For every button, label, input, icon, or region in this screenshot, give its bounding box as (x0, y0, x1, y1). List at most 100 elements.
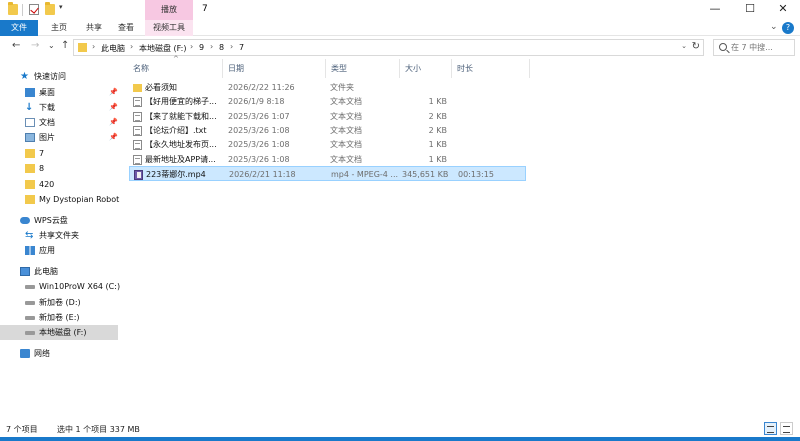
details-view-button[interactable] (764, 422, 777, 435)
column-header-size[interactable]: 大小 (405, 59, 421, 78)
file-type: 文本文档 (330, 125, 362, 135)
large-icons-view-button[interactable] (780, 422, 793, 435)
forward-button[interactable]: → (31, 40, 39, 51)
nav-item-pictures[interactable]: 图片 📌 (0, 130, 118, 145)
file-row[interactable]: 【永久地址发布页... 2025/3/26 1:08 文本文档 1 KB (129, 137, 526, 152)
nav-drive-f[interactable]: 本地磁盘 (F:) (0, 325, 118, 340)
help-icon[interactable]: ? (782, 22, 794, 34)
address-bar[interactable]: › 此电脑 › 本地磁盘 (F:) › 9 › 8 › 7 ⌄ ↻ (73, 39, 704, 56)
nav-this-pc[interactable]: 此电脑 (0, 264, 118, 279)
minimize-button[interactable]: — (698, 0, 732, 20)
file-row[interactable]: 【来了就能下载和... 2025/3/26 1:07 文本文档 2 KB (129, 109, 526, 124)
nav-wps-cloud[interactable]: WPS云盘 (0, 213, 118, 228)
new-folder-icon[interactable] (45, 2, 55, 15)
file-row[interactable]: 【好用便宜的梯子... 2026/1/9 8:18 文本文档 1 KB (129, 94, 526, 109)
video-file-icon (134, 169, 143, 180)
file-size: 1 KB (428, 97, 447, 107)
search-box[interactable] (713, 39, 795, 56)
drive-icon (25, 285, 35, 289)
recent-locations-button[interactable]: ⌄ (48, 41, 55, 50)
nav-network[interactable]: 网络 (0, 346, 118, 361)
nav-label: 8 (39, 164, 45, 173)
breadcrumb-9[interactable]: 9 (199, 43, 204, 52)
pin-icon[interactable]: 📌 (109, 100, 118, 115)
file-type: mp4 - MPEG-4 ... (331, 169, 399, 179)
column-divider[interactable] (325, 59, 326, 78)
nav-label: 本地磁盘 (F:) (39, 328, 87, 337)
column-divider[interactable] (222, 59, 223, 78)
maximize-button[interactable]: ☐ (733, 0, 767, 20)
nav-shared-folder[interactable]: ⇆ 共享文件夹 (0, 228, 118, 243)
nav-label: 快速访问 (34, 72, 66, 81)
star-icon: ★ (20, 71, 29, 82)
up-button[interactable]: ↑ (61, 40, 69, 51)
tab-video-tools[interactable]: 视频工具 (145, 20, 193, 36)
nav-quick-access[interactable]: ★ 快速访问 (0, 69, 118, 84)
chevron-right-icon: › (130, 42, 134, 51)
nav-label: 桌面 (39, 88, 55, 97)
nav-item-downloads[interactable]: ↓ 下载 📌 (0, 100, 118, 115)
chevron-right-icon: › (210, 42, 214, 51)
refresh-icon[interactable]: ↻ (692, 41, 700, 52)
file-row[interactable]: 223蒂娜尔.mp4 2026/2/21 11:18 mp4 - MPEG-4 ..… (129, 165, 526, 181)
file-size: 2 KB (428, 125, 447, 135)
pin-icon[interactable]: 📌 (109, 115, 118, 130)
nav-item-420[interactable]: 420 (0, 177, 118, 192)
file-name: 【论坛介绍】.txt (145, 125, 207, 135)
address-dropdown-icon[interactable]: ⌄ (681, 42, 687, 50)
picture-icon (25, 133, 35, 142)
folder-icon (133, 84, 142, 92)
file-type: 文本文档 (330, 97, 362, 107)
nav-drive-c[interactable]: Win10ProW X64 (C:) (0, 279, 120, 294)
breadcrumb-8[interactable]: 8 (219, 43, 224, 52)
breadcrumb-drive-f[interactable]: 本地磁盘 (F:) (139, 43, 186, 54)
file-size: 1 KB (428, 154, 447, 164)
selection-info: 选中 1 个项目 337 MB (57, 425, 140, 434)
pin-icon[interactable]: 📌 (109, 130, 118, 145)
column-header-name[interactable]: 名称 (133, 59, 149, 78)
nav-label: My Dystopian Robot (39, 195, 120, 204)
expand-ribbon-icon[interactable]: ⌄ (770, 22, 778, 32)
chevron-right-icon: › (92, 42, 96, 51)
nav-item-documents[interactable]: 文档 📌 (0, 115, 118, 130)
nav-label: 下载 (39, 103, 55, 112)
ribbon-tabs: 文件 主页 共享 查看 视频工具 ⌄ ? (0, 20, 800, 36)
nav-item-my-dystopian-robot[interactable]: My Dystopian Robot (0, 192, 120, 207)
network-icon (20, 349, 30, 358)
pin-icon[interactable]: 📌 (109, 85, 118, 100)
tab-home[interactable]: 主页 (43, 20, 75, 36)
column-divider[interactable] (399, 59, 400, 78)
close-button[interactable]: ✕ (766, 0, 800, 20)
nav-label: 网络 (34, 349, 50, 358)
column-header-date[interactable]: 日期 (228, 59, 244, 78)
nav-label: 新加卷 (D:) (39, 298, 81, 307)
customize-toolbar-icon[interactable]: ▾ (59, 3, 63, 11)
column-divider[interactable] (451, 59, 452, 78)
file-row[interactable]: 必看须知 2026/2/22 11:26 文件夹 (129, 80, 526, 95)
file-row[interactable]: 最新地址及APP请... 2025/3/26 1:08 文本文档 1 KB (129, 152, 526, 167)
file-row[interactable]: 【论坛介绍】.txt 2025/3/26 1:08 文本文档 2 KB (129, 123, 526, 138)
tab-share[interactable]: 共享 (78, 20, 110, 36)
nav-apps[interactable]: 应用 (0, 243, 118, 258)
file-type: 文本文档 (330, 154, 362, 164)
folder-icon (78, 43, 87, 52)
folder-icon (25, 164, 35, 173)
tab-view[interactable]: 查看 (110, 20, 142, 36)
nav-item-7[interactable]: 7 (0, 146, 118, 161)
column-header-length[interactable]: 时长 (457, 59, 473, 78)
nav-item-desktop[interactable]: 桌面 📌 (0, 85, 118, 100)
nav-drive-d[interactable]: 新加卷 (D:) (0, 295, 118, 310)
title-bar: ▾ 播放 7 — ☐ ✕ (0, 0, 800, 20)
column-header-type[interactable]: 类型 (331, 59, 347, 78)
column-divider[interactable] (529, 59, 530, 78)
apps-icon (25, 246, 35, 255)
nav-drive-e[interactable]: 新加卷 (E:) (0, 310, 118, 325)
breadcrumb-this-pc[interactable]: 此电脑 (101, 43, 125, 54)
back-button[interactable]: ← (12, 40, 20, 51)
nav-label: 420 (39, 180, 55, 189)
search-input[interactable] (731, 41, 793, 54)
breadcrumb-7[interactable]: 7 (239, 43, 244, 52)
tab-file[interactable]: 文件 (0, 20, 38, 36)
properties-icon[interactable] (29, 4, 39, 15)
nav-item-8[interactable]: 8 (0, 161, 118, 176)
